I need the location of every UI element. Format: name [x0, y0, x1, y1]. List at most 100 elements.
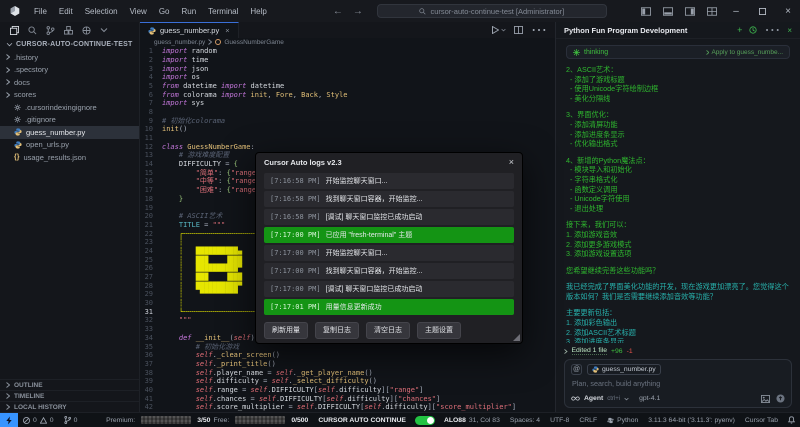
line-number: 8	[140, 108, 162, 117]
resize-grip[interactable]	[513, 334, 520, 341]
redacted-block	[235, 416, 285, 424]
remote-indicator-icon[interactable]	[0, 413, 18, 427]
chat-list-item: - Unicode字符使用	[566, 194, 790, 204]
line-number: 14	[140, 160, 162, 169]
menu-view[interactable]: View	[124, 7, 153, 16]
close-panel-icon[interactable]: ×	[787, 26, 792, 35]
thinking-block[interactable]: thinking Apply to guess_numbe...	[566, 45, 790, 59]
dialog-buttons: 刷新用量复制日志清空日志主题设置	[256, 317, 522, 343]
customize-layout-icon[interactable]	[702, 1, 722, 21]
tree-item-docs[interactable]: docs	[0, 76, 139, 89]
tree-item-guess-number-py[interactable]: guess_number.py	[0, 126, 139, 139]
refresh-usage-button[interactable]: 刷新用量	[264, 322, 308, 339]
menu-edit[interactable]: Edit	[53, 7, 79, 16]
tab-guess-number[interactable]: guess_number.py ×	[140, 22, 239, 38]
menu-file[interactable]: File	[28, 7, 53, 16]
new-chat-icon[interactable]: +	[737, 25, 742, 35]
code-token: self	[272, 377, 289, 386]
breadcrumb-file[interactable]: guess_number.py	[154, 39, 205, 46]
explorer-icon[interactable]	[10, 26, 19, 35]
language-mode[interactable]: Python	[602, 417, 643, 424]
tree-item--specstory[interactable]: .specstory	[0, 64, 139, 77]
auto-continue-toggle[interactable]	[415, 416, 435, 425]
composer-input[interactable]: Plan, search, build anything	[572, 379, 785, 388]
search-icon[interactable]	[28, 26, 37, 35]
menu-selection[interactable]: Selection	[79, 7, 124, 16]
chevron-right-icon	[706, 50, 710, 55]
section-timeline[interactable]: TIMELINE	[0, 390, 139, 401]
line-number: 23	[140, 238, 162, 247]
more-options-icon[interactable]: ⋯	[764, 20, 780, 40]
tree-item-label: scores	[14, 90, 36, 99]
send-icon[interactable]	[776, 394, 785, 403]
extensions-icon[interactable]	[64, 26, 73, 35]
clear-logs-button[interactable]: 清空日志	[366, 322, 410, 339]
command-search-box[interactable]: cursor-auto-continue-test [Administrator…	[377, 4, 607, 18]
theme-settings-button[interactable]: 主题设置	[417, 322, 461, 339]
tree-item--gitignore[interactable]: .gitignore	[0, 114, 139, 127]
encoding-status[interactable]: UTF-8	[545, 417, 574, 424]
close-dialog-icon[interactable]: ×	[509, 157, 514, 167]
section-outline[interactable]: OUTLINE	[0, 379, 139, 390]
model-selector[interactable]: gpt-4.1	[639, 395, 660, 402]
apply-to-file-link[interactable]: Apply to guess_numbe...	[706, 49, 783, 56]
chat-header: Python Fun Program Development + ⋯ ×	[556, 22, 800, 39]
eol-status[interactable]: CRLF	[574, 417, 602, 424]
code-token: import	[162, 73, 187, 82]
code-token: DIFFICULTY	[162, 160, 225, 169]
close-tab-icon[interactable]: ×	[225, 26, 229, 35]
minimize-button[interactable]: –	[724, 0, 748, 22]
code-token: self	[196, 395, 213, 404]
toggle-panel-right-icon[interactable]	[680, 1, 700, 21]
toggle-panel-bottom-icon[interactable]	[658, 1, 678, 21]
menu-help[interactable]: Help	[244, 7, 272, 16]
debug-icon[interactable]	[82, 26, 91, 35]
tree-item-scores[interactable]: scores	[0, 89, 139, 102]
close-window-button[interactable]: ×	[776, 0, 800, 22]
cursor-position[interactable]: ALO88 31, Col 83	[439, 417, 505, 424]
cursor-tab-status[interactable]: Cursor Tab	[740, 417, 783, 424]
agent-mode-selector[interactable]: Agent	[584, 395, 603, 402]
back-arrow-icon[interactable]: ←	[333, 6, 343, 17]
run-python-button[interactable]	[492, 26, 506, 34]
toggle-panel-left-icon[interactable]	[636, 1, 656, 21]
chat-panel: Python Fun Program Development + ⋯ × thi…	[555, 22, 800, 412]
menu-go[interactable]: Go	[153, 7, 176, 16]
line-number: 28	[140, 282, 162, 291]
menu-run[interactable]: Run	[175, 7, 202, 16]
tree-item-usage-results-json[interactable]: {}usage_results.json	[0, 151, 139, 164]
tree-item-open-urls-py[interactable]: open_urls.py	[0, 139, 139, 152]
composer[interactable]: @ guess_number.py Plan, search, build an…	[564, 359, 792, 408]
breadcrumb-symbol[interactable]: GuessNumberGame	[224, 39, 284, 46]
tree-item--history[interactable]: .history	[0, 51, 139, 64]
breadcrumb[interactable]: guess_number.py GuessNumberGame	[140, 38, 555, 46]
section-local-history[interactable]: LOCAL HISTORY	[0, 401, 139, 412]
split-editor-icon[interactable]	[514, 26, 523, 34]
add-context-button[interactable]: @	[571, 364, 582, 375]
explorer-root[interactable]: CURSOR-AUTO-CONTINUE-TEST	[0, 38, 139, 51]
code-token: import	[221, 91, 246, 100]
context-file-chip[interactable]: guess_number.py	[587, 364, 661, 375]
problems-status[interactable]: 0 0	[18, 417, 59, 424]
chat-block-7: 主要更新包括：1. 添加彩色输出2. 添加ASCII艺术标题3. 添加进度条显示…	[566, 308, 790, 343]
edited-files-row[interactable]: Edited 1 file +96 -1	[564, 347, 792, 355]
forward-arrow-icon[interactable]: →	[353, 6, 363, 17]
chevron-down-icon[interactable]	[100, 27, 108, 33]
code-token: :	[218, 177, 226, 186]
log-entry-3: [7:16:58 PM][调试] 聊天窗口监控已成功启动	[264, 209, 514, 225]
indentation-status[interactable]: Spaces: 4	[505, 417, 545, 424]
maximize-button[interactable]	[750, 0, 774, 22]
copy-logs-button[interactable]: 复制日志	[315, 322, 359, 339]
tree-item-label: docs	[14, 78, 30, 87]
line-number: 25	[140, 256, 162, 265]
diff-added: +96	[611, 348, 623, 355]
attach-image-icon[interactable]	[761, 395, 770, 403]
source-control-icon[interactable]	[46, 26, 55, 35]
python-interpreter[interactable]: 3.11.3 64-bit ('3.11.3': pyenv)	[643, 417, 740, 424]
fork-status[interactable]: 0	[59, 416, 83, 424]
tree-item--cursorindexingignore[interactable]: .cursorindexingignore	[0, 101, 139, 114]
history-icon[interactable]	[749, 26, 757, 34]
notifications-bell-icon[interactable]	[783, 416, 800, 424]
premium-usage[interactable]: Premium:3/50 Free:0/500	[101, 416, 313, 424]
menu-terminal[interactable]: Terminal	[202, 7, 244, 16]
